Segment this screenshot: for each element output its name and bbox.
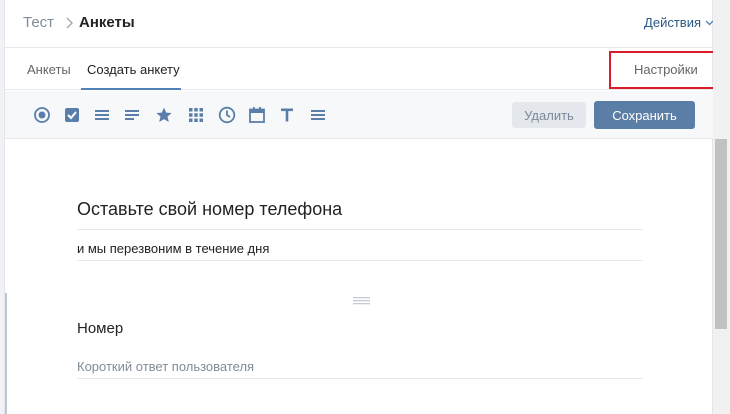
actions-dropdown[interactable]: Действия	[644, 15, 714, 30]
drag-handle-icon[interactable]	[353, 297, 370, 305]
question-toolbar: Удалить Сохранить	[5, 91, 714, 139]
page-header: Тест Анкеты Действия	[5, 0, 714, 48]
chevron-right-icon	[66, 17, 73, 29]
main-panel: Тест Анкеты Действия Анкеты Создать анке…	[4, 0, 722, 414]
actions-label: Действия	[644, 15, 701, 30]
divider	[77, 378, 643, 379]
divider	[77, 260, 643, 261]
divider	[77, 229, 643, 230]
radio-icon[interactable]	[32, 105, 52, 125]
form-title[interactable]: Оставьте свой номер телефона	[77, 199, 342, 220]
question-active-marker	[5, 293, 7, 414]
clock-icon[interactable]	[217, 105, 237, 125]
delete-button[interactable]: Удалить	[512, 102, 586, 128]
settings-link[interactable]: Настройки	[634, 62, 698, 77]
breadcrumb-current: Анкеты	[79, 14, 135, 31]
grid-icon[interactable]	[186, 105, 206, 125]
calendar-icon[interactable]	[247, 105, 267, 125]
form-description[interactable]: и мы перезвоним в течение дня	[77, 241, 269, 256]
scrollbar-thumb[interactable]	[715, 139, 727, 329]
short-answer-field: Короткий ответ пользователя	[77, 359, 255, 374]
text-title-icon[interactable]	[277, 105, 297, 125]
breadcrumb-parent[interactable]: Тест	[23, 14, 54, 31]
checkbox-icon[interactable]	[62, 105, 82, 125]
paragraph-icon[interactable]	[92, 105, 112, 125]
active-tab-indicator	[81, 88, 181, 90]
star-rating-icon[interactable]	[154, 105, 174, 125]
tab-ankety[interactable]: Анкеты	[27, 62, 71, 77]
question-title[interactable]: Номер	[77, 320, 123, 337]
short-text-icon[interactable]	[122, 105, 142, 125]
save-button[interactable]: Сохранить	[594, 101, 695, 129]
tab-bar: Анкеты Создать анкету Настройки	[5, 48, 722, 90]
tab-create-anketa[interactable]: Создать анкету	[87, 62, 180, 77]
divider-icon[interactable]	[308, 105, 328, 125]
